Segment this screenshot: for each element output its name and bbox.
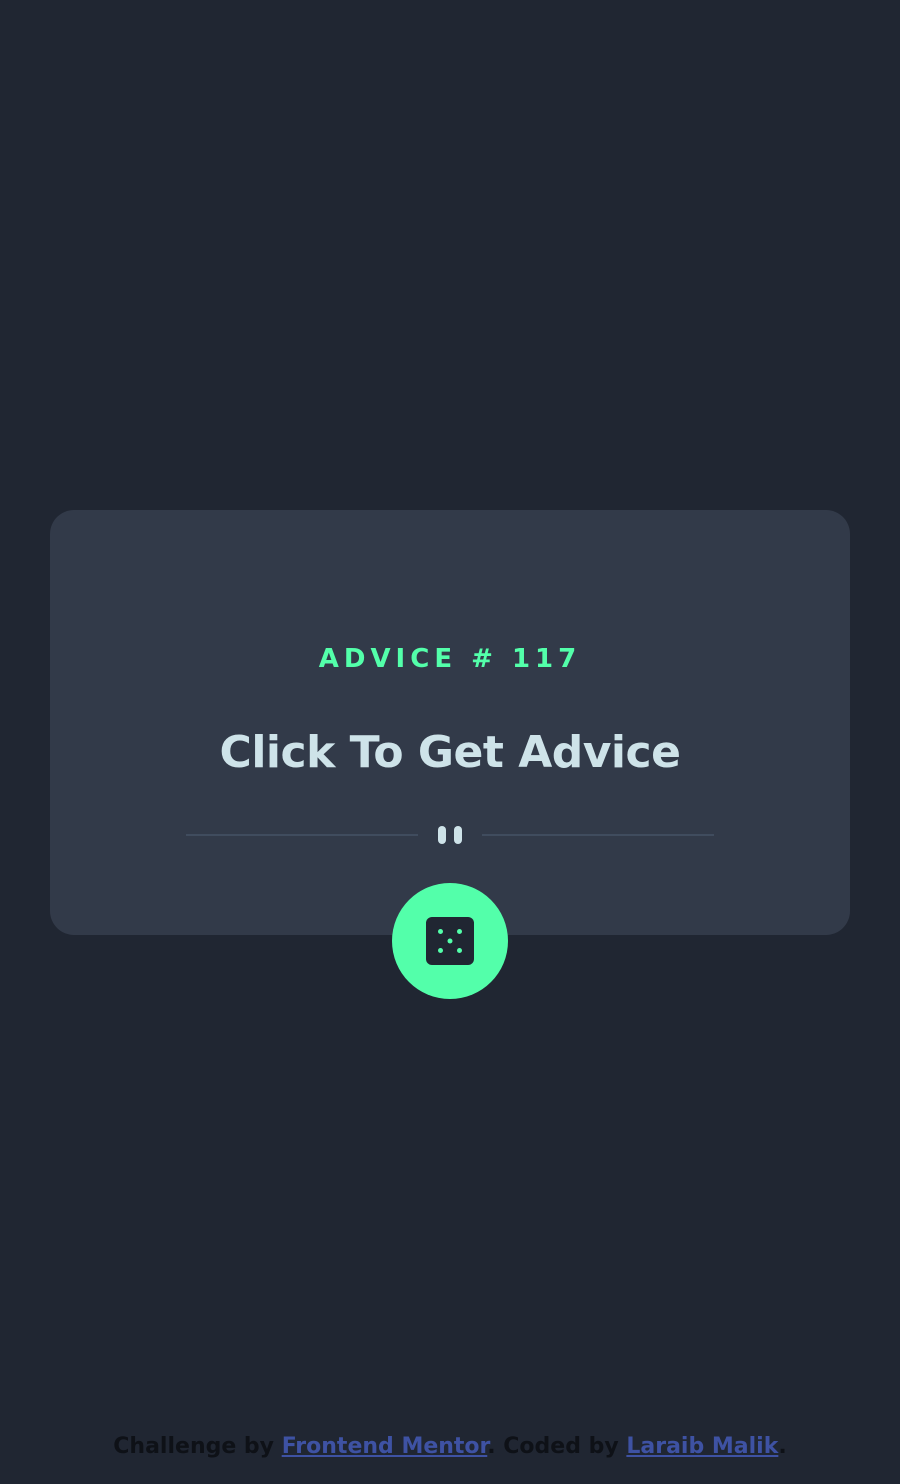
author-link[interactable]: Laraib Malik	[626, 1434, 778, 1459]
generate-advice-button[interactable]	[392, 883, 508, 999]
attribution-suffix: .	[778, 1434, 787, 1459]
attribution-footer: Challenge by Frontend Mentor. Coded by L…	[0, 1432, 900, 1462]
frontend-mentor-link[interactable]: Frontend Mentor	[282, 1434, 488, 1459]
attribution-prefix: Challenge by	[113, 1434, 282, 1459]
pause-divider-icon	[186, 826, 714, 844]
advice-id-label: ADVICE # 117	[318, 644, 582, 674]
attribution-middle: . Coded by	[487, 1434, 627, 1459]
dice-icon	[426, 917, 474, 965]
advice-quote: Click To Get Advice	[219, 727, 681, 778]
